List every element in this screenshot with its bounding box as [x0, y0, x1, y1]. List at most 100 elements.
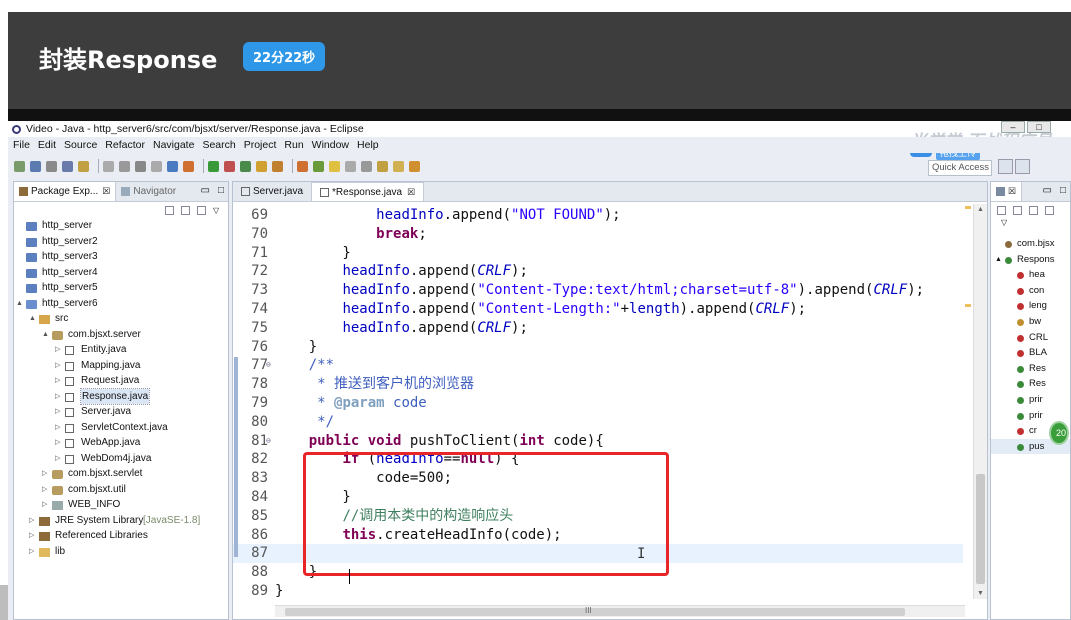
tree-item[interactable]: ▷ Response.java	[14, 387, 228, 405]
sort-icon[interactable]	[997, 205, 1006, 215]
tab-outline[interactable]: ☒	[991, 182, 1023, 201]
code-area[interactable]: 89} 88 } 87 86 this.createHeadInfo(code); 8…	[233, 204, 963, 599]
menu-file[interactable]: File	[13, 139, 30, 151]
tree-item[interactable]: ▷ WebDom4j.java	[14, 451, 228, 467]
collapsed-arrow-icon[interactable]: ▷	[55, 420, 60, 436]
pin-editor-icon[interactable]	[409, 160, 420, 172]
last-edit-icon[interactable]	[393, 160, 404, 172]
code-line[interactable]: 70 break;	[233, 225, 963, 244]
quick-access-input[interactable]: Quick Access	[928, 160, 992, 176]
fold-toggle-icon[interactable]: ⊖	[266, 356, 271, 375]
outline-item[interactable]: prir	[991, 392, 1070, 408]
tab-package-explorer[interactable]: Package Exp... ☒	[14, 182, 117, 201]
save-icon[interactable]	[30, 160, 41, 172]
warning-marker[interactable]	[965, 206, 971, 209]
tab-navigator[interactable]: Navigator	[116, 182, 181, 201]
outline-item[interactable]: bw	[991, 314, 1070, 330]
code-line[interactable]: 76 }	[233, 338, 963, 357]
tree-item[interactable]: ▷ lib	[14, 544, 228, 560]
new-class-icon[interactable]	[272, 160, 283, 172]
tree-item[interactable]: ▷ Entity.java	[14, 342, 228, 358]
collapsed-arrow-icon[interactable]: ▷	[55, 358, 60, 374]
prev-annotation-icon[interactable]	[377, 160, 388, 172]
hide-static-icon[interactable]	[1029, 205, 1038, 215]
menu-help[interactable]: Help	[357, 139, 379, 151]
collapsed-arrow-icon[interactable]: ▷	[29, 544, 34, 560]
maximize-view-icon[interactable]: □	[218, 185, 224, 196]
close-icon[interactable]: ☒	[102, 186, 110, 197]
scroll-thumb[interactable]	[976, 474, 985, 584]
expanded-arrow-icon[interactable]: ▲	[42, 327, 49, 343]
java-perspective-button[interactable]	[1015, 159, 1030, 174]
next-annotation-icon[interactable]	[361, 160, 372, 172]
collapsed-arrow-icon[interactable]: ▷	[55, 435, 60, 451]
collapsed-arrow-icon[interactable]: ▷	[42, 482, 47, 498]
menu-refactor[interactable]: Refactor	[105, 139, 145, 151]
menu-window[interactable]: Window	[312, 139, 349, 151]
collapsed-arrow-icon[interactable]: ▷	[55, 451, 60, 467]
link-with-editor-icon[interactable]	[181, 205, 190, 215]
code-line[interactable]: 79 * @param code	[233, 394, 963, 413]
menu-search[interactable]: Search	[202, 139, 235, 151]
run-menu-icon[interactable]	[256, 160, 267, 172]
tree-item[interactable]: ▷ Server.java	[14, 404, 228, 420]
step-return-icon[interactable]	[167, 160, 178, 172]
outline-item[interactable]: hea	[991, 267, 1070, 283]
outline-menu-icon[interactable]: ▽	[991, 218, 1070, 232]
collapsed-arrow-icon[interactable]: ▷	[55, 389, 60, 405]
tree-item[interactable]: ▷ JRE System Library [JavaSE-1.8]	[14, 513, 228, 529]
tree-item[interactable]: ▲ http_server6	[14, 296, 228, 312]
menu-project[interactable]: Project	[244, 139, 277, 151]
warning-marker[interactable]	[965, 304, 971, 307]
collapsed-arrow-icon[interactable]: ▷	[29, 528, 34, 544]
open-perspective-button[interactable]	[998, 159, 1013, 174]
save-all-icon[interactable]	[46, 160, 57, 172]
tree-item[interactable]: ▲ com.bjsxt.server	[14, 327, 228, 343]
menu-edit[interactable]: Edit	[38, 139, 56, 151]
editor-tab[interactable]: *Response.java ☒	[311, 182, 425, 201]
scroll-up-icon[interactable]: ▲	[977, 206, 984, 213]
tree-item[interactable]: http_server5	[14, 280, 228, 296]
open-task-icon[interactable]	[313, 160, 324, 172]
horizontal-scrollbar[interactable]: III	[275, 605, 965, 617]
collapsed-arrow-icon[interactable]: ▷	[55, 342, 60, 358]
code-line[interactable]: 75 headInfo.append(CRLF);	[233, 319, 963, 338]
tree-item[interactable]: http_server3	[14, 249, 228, 265]
tree-item[interactable]: ▲ src	[14, 311, 228, 327]
external-tools-icon[interactable]	[224, 160, 235, 172]
outline-item[interactable]: com.bjsx	[991, 236, 1070, 252]
code-line[interactable]: 71 }	[233, 244, 963, 263]
menu-source[interactable]: Source	[64, 139, 97, 151]
code-line[interactable]: 72 headInfo.append(CRLF);	[233, 262, 963, 281]
scroll-down-icon[interactable]: ▼	[977, 590, 984, 597]
minimize-view-icon[interactable]: ▭	[201, 185, 210, 196]
print-icon[interactable]	[78, 160, 89, 172]
open-type-icon[interactable]	[62, 160, 73, 172]
collapsed-arrow-icon[interactable]: ▷	[55, 404, 60, 420]
outline-item[interactable]: ▲ Respons	[991, 252, 1070, 268]
code-line[interactable]: 89}	[233, 582, 963, 599]
focus-icon[interactable]	[197, 205, 206, 215]
code-line[interactable]: 74 headInfo.append("Content-Length:"+len…	[233, 300, 963, 319]
maximize-view-icon[interactable]: □	[1060, 185, 1066, 196]
tree-item[interactable]: ▷ WEB_INFO	[14, 497, 228, 513]
outline-item[interactable]: Res	[991, 376, 1070, 392]
new-package-icon[interactable]	[297, 160, 308, 172]
collapsed-arrow-icon[interactable]: ▷	[29, 513, 34, 529]
hscroll-thumb[interactable]	[285, 608, 905, 616]
editor-tab[interactable]: Server.java	[233, 182, 311, 201]
collapsed-arrow-icon[interactable]: ▷	[42, 466, 47, 482]
expanded-arrow-icon[interactable]: ▲	[29, 311, 36, 327]
outline-item[interactable]: leng	[991, 298, 1070, 314]
debug-run-icon[interactable]	[119, 160, 130, 172]
outline-item[interactable]: Res	[991, 361, 1070, 377]
step-over-icon[interactable]	[151, 160, 162, 172]
tree-item[interactable]: ▷ Mapping.java	[14, 358, 228, 374]
outline-item[interactable]: BLA	[991, 345, 1070, 361]
collapsed-arrow-icon[interactable]: ▷	[55, 373, 60, 389]
collapsed-arrow-icon[interactable]: ▷	[42, 497, 47, 513]
view-menu-icon[interactable]: ▽	[213, 206, 222, 215]
tree-item[interactable]: ▷ Referenced Libraries	[14, 528, 228, 544]
code-line[interactable]: 80 */	[233, 413, 963, 432]
fold-toggle-icon[interactable]: ⊖	[266, 432, 271, 451]
